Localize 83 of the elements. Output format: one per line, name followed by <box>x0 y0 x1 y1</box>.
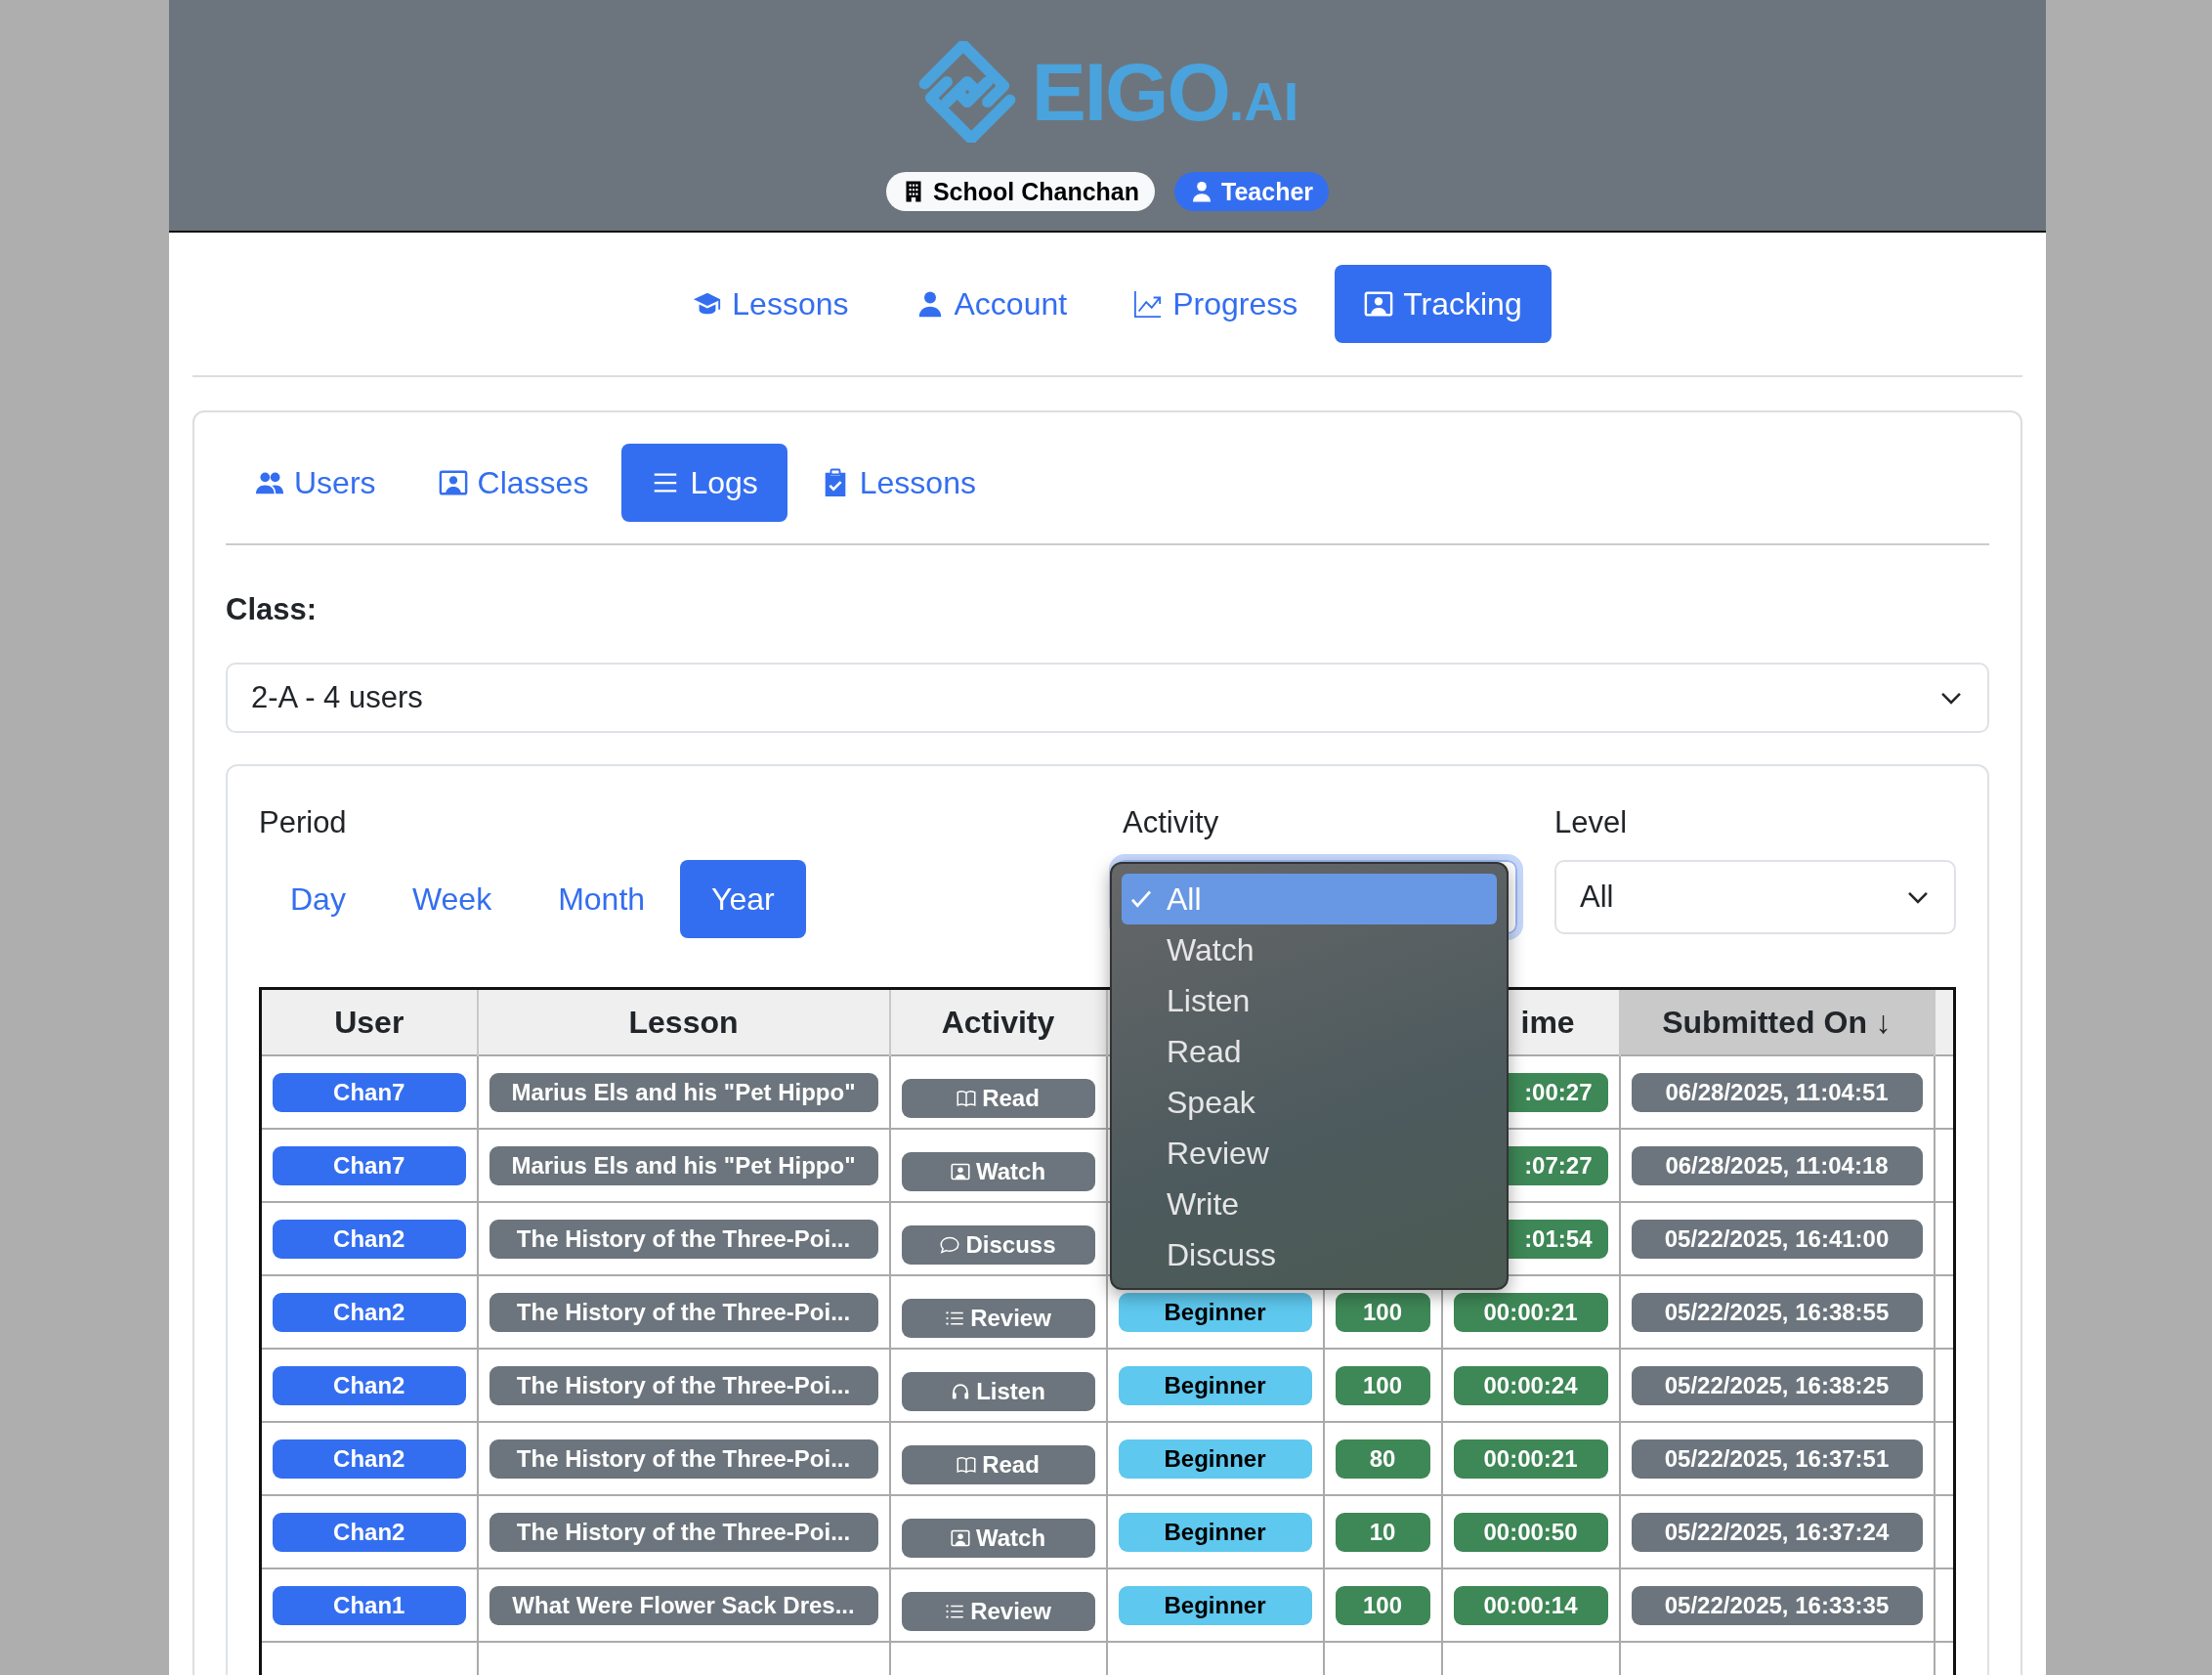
score-badge: 100 <box>1335 1365 1430 1405</box>
role-badge: Teacher <box>1174 172 1330 211</box>
column-header[interactable]: Submitted On ↓ <box>1619 988 1935 1055</box>
score-badge: 80 <box>1335 1439 1430 1479</box>
person-frame-icon <box>438 468 468 497</box>
user-badge: Chan1 <box>273 1585 466 1625</box>
nav-tab[interactable]: Tracking <box>1335 265 1552 343</box>
person-frame-icon <box>950 1527 970 1548</box>
score-badge: 100 <box>1335 1292 1430 1332</box>
lesson-badge: The History of the Three-Poi... <box>489 1439 878 1479</box>
column-header: Lesson <box>477 988 890 1055</box>
lesson-badge: The History of the Three-Poi... <box>489 1512 878 1552</box>
nav-tab[interactable]: Progress <box>1104 265 1328 343</box>
logo-wordmark: EIGO.AI <box>1031 51 1299 133</box>
score-badge: 10 <box>1335 1512 1430 1552</box>
section-tab[interactable]: Classes <box>408 444 618 522</box>
level-badge: Beginner <box>1118 1365 1312 1405</box>
activity-badge: Discuss <box>901 1224 1095 1265</box>
period-label: Period <box>259 805 348 840</box>
user-badge: Chan7 <box>273 1145 466 1185</box>
section-tab[interactable]: Lessons <box>790 444 1005 522</box>
class-label: Class: <box>226 592 319 627</box>
date-badge: 06/28/2025, 11:04:18 <box>1631 1145 1923 1185</box>
activity-badge: Read <box>901 1078 1095 1118</box>
activity-badge: Watch <box>901 1151 1095 1191</box>
time-badge: 00:00:21 <box>1453 1439 1608 1479</box>
lesson-badge: The History of the Three-Poi... <box>489 1365 878 1405</box>
level-badge: Beginner <box>1118 1512 1312 1552</box>
date-badge: 06/28/2025, 11:04:51 <box>1631 1072 1923 1112</box>
time-badge: 00:00:50 <box>1453 1512 1608 1552</box>
user-badge: Chan2 <box>273 1219 466 1259</box>
user-badge: Chan2 <box>273 1292 466 1332</box>
headphones-icon <box>951 1381 971 1401</box>
time-badge: 00:00:14 <box>1453 1585 1608 1625</box>
lesson-badge: The History of the Three-Poi... <box>489 1292 878 1332</box>
user-badge: Chan7 <box>273 1072 466 1112</box>
time-badge: 00:00:24 <box>1453 1365 1608 1405</box>
activity-badge: Watch <box>901 1518 1095 1558</box>
date-badge: 05/22/2025, 16:37:51 <box>1631 1439 1923 1479</box>
line-chart-icon <box>1133 289 1164 319</box>
activity-badge: Review <box>901 1298 1095 1338</box>
period-button[interactable]: Year <box>680 860 806 938</box>
level-select[interactable]: All <box>1554 860 1956 934</box>
lesson-badge: The History of the Three-Poi... <box>489 1219 878 1259</box>
section-tab[interactable]: Logs <box>621 444 787 522</box>
period-button[interactable]: Day <box>259 860 377 938</box>
menu-item[interactable]: Watch <box>1122 924 1497 975</box>
section-tab[interactable]: Users <box>226 444 405 522</box>
user-badge: Chan2 <box>273 1512 466 1552</box>
activity-badge: Read <box>901 1444 1095 1484</box>
activity-badge: Listen <box>901 1371 1095 1411</box>
menu-item[interactable]: All <box>1122 874 1497 924</box>
lesson-badge: Marius Els and his "Pet Hippo" <box>489 1145 878 1185</box>
level-badge: Beginner <box>1118 1292 1312 1332</box>
class-select[interactable]: 2-A - 4 users <box>226 663 1989 733</box>
date-badge: 05/22/2025, 16:37:24 <box>1631 1512 1923 1552</box>
column-header: Activity <box>889 988 1107 1055</box>
book-icon <box>957 1454 977 1475</box>
date-badge: 05/22/2025, 16:38:25 <box>1631 1365 1923 1405</box>
user-badge: Chan2 <box>273 1365 466 1405</box>
book-icon <box>957 1088 977 1108</box>
score-badge: 100 <box>1335 1585 1430 1625</box>
nav-tab[interactable]: Lessons <box>663 265 878 343</box>
level-label: Level <box>1554 805 1629 840</box>
person-frame-icon <box>1364 289 1394 319</box>
speech-bubble-icon <box>940 1234 960 1255</box>
date-badge: 05/22/2025, 16:33:35 <box>1631 1585 1923 1625</box>
nav-tab[interactable]: Account <box>885 265 1097 343</box>
lesson-badge: What Were Flower Sack Dres... <box>489 1585 878 1625</box>
level-badge: Beginner <box>1118 1585 1312 1625</box>
person-frame-icon <box>950 1161 970 1181</box>
level-badge: Beginner <box>1118 1439 1312 1479</box>
column-header: User <box>260 988 478 1055</box>
date-badge: 05/22/2025, 16:38:55 <box>1631 1292 1923 1332</box>
time-badge: 00:00:21 <box>1453 1292 1608 1332</box>
user-badge: Chan2 <box>273 1439 466 1479</box>
period-button[interactable]: Month <box>527 860 677 938</box>
period-button[interactable]: Week <box>380 860 524 938</box>
activity-label: Activity <box>1123 805 1220 840</box>
date-badge: 05/22/2025, 16:41:00 <box>1631 1219 1923 1259</box>
lesson-badge: Marius Els and his "Pet Hippo" <box>489 1072 878 1112</box>
activity-badge: Review <box>901 1591 1095 1631</box>
school-badge: School Chanchan <box>885 172 1156 211</box>
